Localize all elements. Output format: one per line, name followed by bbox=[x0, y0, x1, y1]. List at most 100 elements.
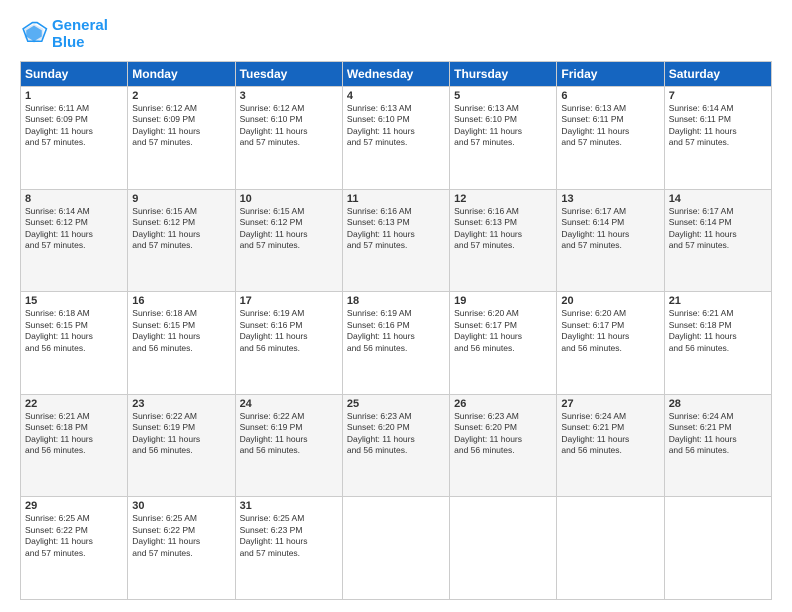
day-info: Sunrise: 6:25 AMSunset: 6:23 PMDaylight:… bbox=[240, 513, 338, 559]
day-number: 25 bbox=[347, 398, 445, 410]
calendar-cell: 21Sunrise: 6:21 AMSunset: 6:18 PMDayligh… bbox=[664, 292, 771, 395]
day-info: Sunrise: 6:15 AMSunset: 6:12 PMDaylight:… bbox=[132, 206, 230, 252]
calendar-cell bbox=[664, 497, 771, 600]
calendar-cell bbox=[450, 497, 557, 600]
day-number: 31 bbox=[240, 500, 338, 512]
day-info: Sunrise: 6:11 AMSunset: 6:09 PMDaylight:… bbox=[25, 103, 123, 149]
day-info: Sunrise: 6:13 AMSunset: 6:10 PMDaylight:… bbox=[454, 103, 552, 149]
calendar-cell: 22Sunrise: 6:21 AMSunset: 6:18 PMDayligh… bbox=[21, 394, 128, 497]
day-info: Sunrise: 6:20 AMSunset: 6:17 PMDaylight:… bbox=[561, 308, 659, 354]
calendar-cell: 4Sunrise: 6:13 AMSunset: 6:10 PMDaylight… bbox=[342, 87, 449, 190]
day-number: 16 bbox=[132, 295, 230, 307]
calendar-cell: 11Sunrise: 6:16 AMSunset: 6:13 PMDayligh… bbox=[342, 189, 449, 292]
calendar-week-row: 1Sunrise: 6:11 AMSunset: 6:09 PMDaylight… bbox=[21, 87, 772, 190]
calendar-cell: 10Sunrise: 6:15 AMSunset: 6:12 PMDayligh… bbox=[235, 189, 342, 292]
day-info: Sunrise: 6:18 AMSunset: 6:15 PMDaylight:… bbox=[132, 308, 230, 354]
day-info: Sunrise: 6:15 AMSunset: 6:12 PMDaylight:… bbox=[240, 206, 338, 252]
calendar-cell: 23Sunrise: 6:22 AMSunset: 6:19 PMDayligh… bbox=[128, 394, 235, 497]
calendar-cell: 20Sunrise: 6:20 AMSunset: 6:17 PMDayligh… bbox=[557, 292, 664, 395]
day-number: 13 bbox=[561, 193, 659, 205]
calendar-header-cell: Tuesday bbox=[235, 62, 342, 87]
day-info: Sunrise: 6:25 AMSunset: 6:22 PMDaylight:… bbox=[25, 513, 123, 559]
day-number: 22 bbox=[25, 398, 123, 410]
calendar-cell: 18Sunrise: 6:19 AMSunset: 6:16 PMDayligh… bbox=[342, 292, 449, 395]
day-number: 2 bbox=[132, 90, 230, 102]
day-number: 17 bbox=[240, 295, 338, 307]
calendar-header-cell: Saturday bbox=[664, 62, 771, 87]
day-info: Sunrise: 6:14 AMSunset: 6:12 PMDaylight:… bbox=[25, 206, 123, 252]
calendar-cell: 16Sunrise: 6:18 AMSunset: 6:15 PMDayligh… bbox=[128, 292, 235, 395]
day-info: Sunrise: 6:24 AMSunset: 6:21 PMDaylight:… bbox=[669, 411, 767, 457]
calendar-cell: 3Sunrise: 6:12 AMSunset: 6:10 PMDaylight… bbox=[235, 87, 342, 190]
calendar-cell bbox=[342, 497, 449, 600]
day-number: 7 bbox=[669, 90, 767, 102]
calendar-cell: 19Sunrise: 6:20 AMSunset: 6:17 PMDayligh… bbox=[450, 292, 557, 395]
day-number: 27 bbox=[561, 398, 659, 410]
day-number: 10 bbox=[240, 193, 338, 205]
day-info: Sunrise: 6:14 AMSunset: 6:11 PMDaylight:… bbox=[669, 103, 767, 149]
day-info: Sunrise: 6:25 AMSunset: 6:22 PMDaylight:… bbox=[132, 513, 230, 559]
calendar-cell: 9Sunrise: 6:15 AMSunset: 6:12 PMDaylight… bbox=[128, 189, 235, 292]
day-info: Sunrise: 6:13 AMSunset: 6:10 PMDaylight:… bbox=[347, 103, 445, 149]
calendar-cell: 27Sunrise: 6:24 AMSunset: 6:21 PMDayligh… bbox=[557, 394, 664, 497]
day-number: 3 bbox=[240, 90, 338, 102]
day-info: Sunrise: 6:24 AMSunset: 6:21 PMDaylight:… bbox=[561, 411, 659, 457]
day-number: 14 bbox=[669, 193, 767, 205]
calendar-cell: 12Sunrise: 6:16 AMSunset: 6:13 PMDayligh… bbox=[450, 189, 557, 292]
calendar-week-row: 8Sunrise: 6:14 AMSunset: 6:12 PMDaylight… bbox=[21, 189, 772, 292]
calendar-week-row: 22Sunrise: 6:21 AMSunset: 6:18 PMDayligh… bbox=[21, 394, 772, 497]
day-info: Sunrise: 6:19 AMSunset: 6:16 PMDaylight:… bbox=[347, 308, 445, 354]
day-number: 21 bbox=[669, 295, 767, 307]
day-number: 29 bbox=[25, 500, 123, 512]
calendar-cell: 24Sunrise: 6:22 AMSunset: 6:19 PMDayligh… bbox=[235, 394, 342, 497]
calendar-cell: 25Sunrise: 6:23 AMSunset: 6:20 PMDayligh… bbox=[342, 394, 449, 497]
day-info: Sunrise: 6:22 AMSunset: 6:19 PMDaylight:… bbox=[240, 411, 338, 457]
calendar-header-cell: Friday bbox=[557, 62, 664, 87]
day-number: 23 bbox=[132, 398, 230, 410]
header: General Blue bbox=[20, 18, 772, 51]
calendar-cell: 30Sunrise: 6:25 AMSunset: 6:22 PMDayligh… bbox=[128, 497, 235, 600]
day-number: 24 bbox=[240, 398, 338, 410]
day-info: Sunrise: 6:18 AMSunset: 6:15 PMDaylight:… bbox=[25, 308, 123, 354]
calendar-cell: 31Sunrise: 6:25 AMSunset: 6:23 PMDayligh… bbox=[235, 497, 342, 600]
day-number: 9 bbox=[132, 193, 230, 205]
day-info: Sunrise: 6:12 AMSunset: 6:10 PMDaylight:… bbox=[240, 103, 338, 149]
calendar-cell: 1Sunrise: 6:11 AMSunset: 6:09 PMDaylight… bbox=[21, 87, 128, 190]
day-info: Sunrise: 6:23 AMSunset: 6:20 PMDaylight:… bbox=[347, 411, 445, 457]
day-number: 26 bbox=[454, 398, 552, 410]
logo-text: General Blue bbox=[52, 18, 108, 51]
day-number: 8 bbox=[25, 193, 123, 205]
calendar-header-row: SundayMondayTuesdayWednesdayThursdayFrid… bbox=[21, 62, 772, 87]
calendar-table: SundayMondayTuesdayWednesdayThursdayFrid… bbox=[20, 61, 772, 600]
day-info: Sunrise: 6:19 AMSunset: 6:16 PMDaylight:… bbox=[240, 308, 338, 354]
day-info: Sunrise: 6:23 AMSunset: 6:20 PMDaylight:… bbox=[454, 411, 552, 457]
calendar-cell: 28Sunrise: 6:24 AMSunset: 6:21 PMDayligh… bbox=[664, 394, 771, 497]
day-number: 15 bbox=[25, 295, 123, 307]
day-number: 18 bbox=[347, 295, 445, 307]
calendar-cell: 15Sunrise: 6:18 AMSunset: 6:15 PMDayligh… bbox=[21, 292, 128, 395]
day-number: 6 bbox=[561, 90, 659, 102]
day-info: Sunrise: 6:17 AMSunset: 6:14 PMDaylight:… bbox=[561, 206, 659, 252]
day-number: 12 bbox=[454, 193, 552, 205]
day-number: 11 bbox=[347, 193, 445, 205]
day-number: 19 bbox=[454, 295, 552, 307]
calendar-cell: 7Sunrise: 6:14 AMSunset: 6:11 PMDaylight… bbox=[664, 87, 771, 190]
day-info: Sunrise: 6:22 AMSunset: 6:19 PMDaylight:… bbox=[132, 411, 230, 457]
day-info: Sunrise: 6:16 AMSunset: 6:13 PMDaylight:… bbox=[347, 206, 445, 252]
calendar-cell: 14Sunrise: 6:17 AMSunset: 6:14 PMDayligh… bbox=[664, 189, 771, 292]
day-info: Sunrise: 6:12 AMSunset: 6:09 PMDaylight:… bbox=[132, 103, 230, 149]
calendar-cell: 6Sunrise: 6:13 AMSunset: 6:11 PMDaylight… bbox=[557, 87, 664, 190]
calendar-header-cell: Monday bbox=[128, 62, 235, 87]
calendar-header-cell: Sunday bbox=[21, 62, 128, 87]
day-number: 28 bbox=[669, 398, 767, 410]
day-number: 1 bbox=[25, 90, 123, 102]
day-info: Sunrise: 6:16 AMSunset: 6:13 PMDaylight:… bbox=[454, 206, 552, 252]
calendar-week-row: 15Sunrise: 6:18 AMSunset: 6:15 PMDayligh… bbox=[21, 292, 772, 395]
logo: General Blue bbox=[20, 18, 108, 51]
calendar-cell: 26Sunrise: 6:23 AMSunset: 6:20 PMDayligh… bbox=[450, 394, 557, 497]
day-number: 4 bbox=[347, 90, 445, 102]
day-number: 30 bbox=[132, 500, 230, 512]
calendar-body: 1Sunrise: 6:11 AMSunset: 6:09 PMDaylight… bbox=[21, 87, 772, 600]
day-info: Sunrise: 6:21 AMSunset: 6:18 PMDaylight:… bbox=[25, 411, 123, 457]
day-number: 20 bbox=[561, 295, 659, 307]
